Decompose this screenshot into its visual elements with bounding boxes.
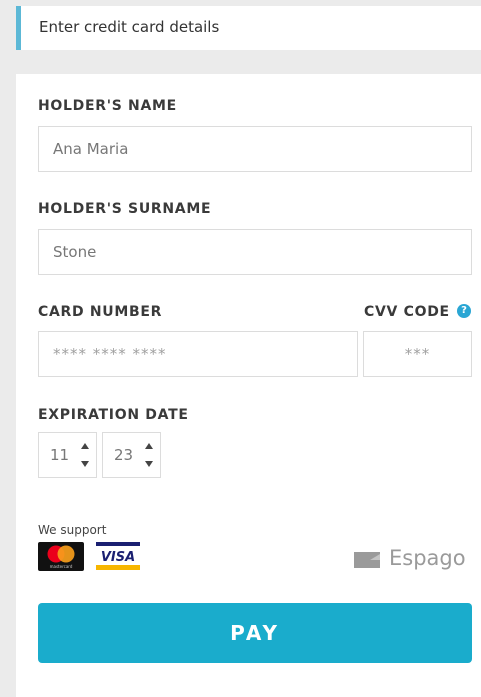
month-down-arrow-icon[interactable] (81, 461, 89, 467)
expiration-month-value: 11 (50, 446, 70, 464)
espago-logo: Espago (353, 546, 471, 572)
holder-name-input[interactable] (38, 126, 472, 172)
year-up-arrow-icon[interactable] (145, 443, 153, 449)
expiration-year-stepper[interactable]: 23 (102, 432, 161, 478)
visa-logo-graphic: VISA (96, 542, 140, 570)
payment-form: HOLDER'S NAME HOLDER'S SURNAME CARD NUMB… (16, 74, 481, 697)
year-down-arrow-icon[interactable] (145, 461, 153, 467)
espago-name: Espago (389, 546, 466, 570)
card-number-label: CARD NUMBER (38, 304, 163, 320)
card-number-input[interactable] (38, 331, 358, 377)
visa-text: VISA (101, 550, 135, 565)
cvv-input[interactable] (363, 331, 472, 377)
holder-surname-label: HOLDER'S SURNAME (38, 201, 212, 217)
mastercard-logo-icon: mastercard (38, 542, 84, 571)
visa-logo-icon: VISA (96, 542, 140, 570)
expiration-year-value: 23 (114, 446, 134, 464)
expiration-date-label: EXPIRATION DATE (38, 407, 189, 423)
cvv-label: CVV CODE (364, 304, 450, 320)
mastercard-logo-graphic: mastercard (47, 545, 75, 569)
pay-button[interactable]: PAY (38, 603, 472, 663)
espago-card-icon (354, 552, 380, 568)
holder-surname-input[interactable] (38, 229, 472, 275)
we-support-label: We support (38, 523, 107, 537)
month-up-arrow-icon[interactable] (81, 443, 89, 449)
header-bar: Enter credit card details (16, 6, 481, 50)
header-title: Enter credit card details (39, 18, 220, 36)
mastercard-caption: mastercard (50, 564, 73, 569)
question-icon[interactable]: ? (457, 304, 471, 318)
expiration-month-stepper[interactable]: 11 (38, 432, 97, 478)
holder-name-label: HOLDER'S NAME (38, 98, 177, 114)
